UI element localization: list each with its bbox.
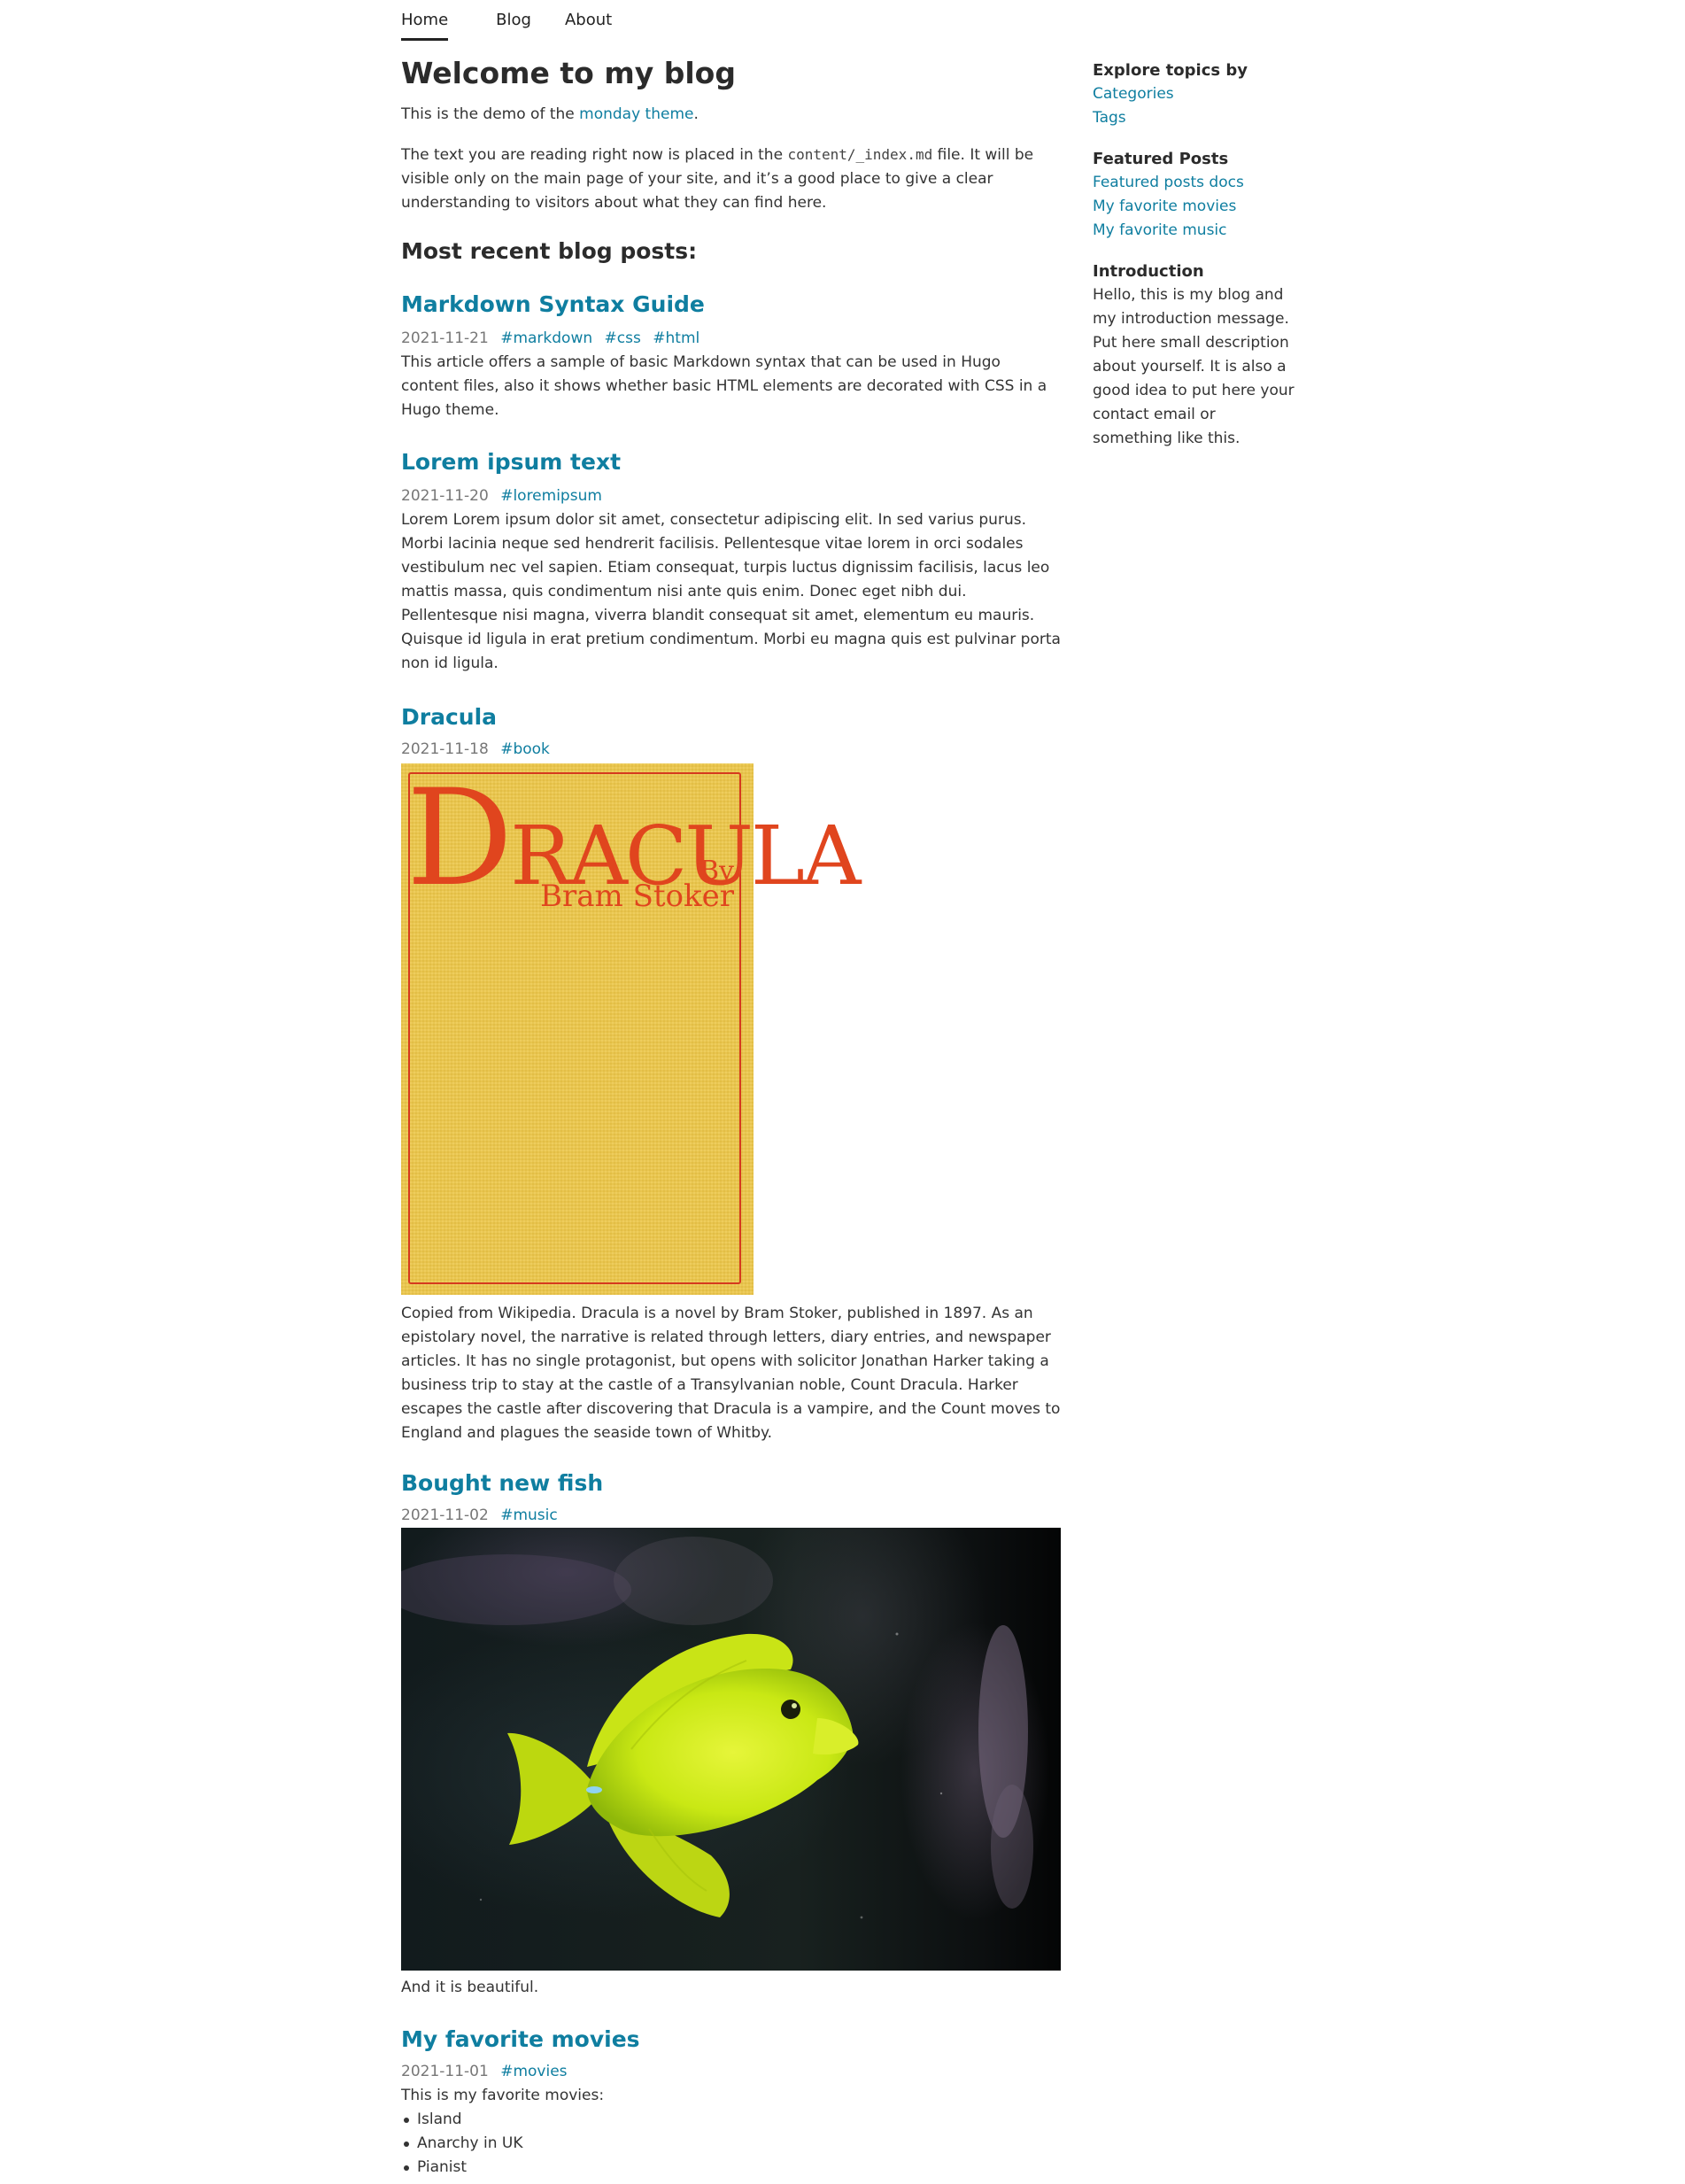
index-file-code: content/_index.md xyxy=(787,146,933,163)
post-title-link[interactable]: Dracula xyxy=(401,701,497,734)
featured-posts-heading: Featured Posts xyxy=(1093,150,1229,168)
favorite-music-link[interactable]: My favorite music xyxy=(1093,219,1296,243)
post-summary: This is my favorite movies: xyxy=(401,2087,605,2104)
list-item: Island xyxy=(401,2108,1061,2132)
tag-link-html[interactable]: #html xyxy=(653,329,700,347)
recent-posts-heading: Most recent blog posts: xyxy=(401,238,698,264)
post-my-favorite-movies: My favorite movies 2021-11-01 #movies Th… xyxy=(401,2023,1061,2180)
post-meta: 2021-11-02 #music xyxy=(401,1504,1061,1528)
post-meta: 2021-11-21 #markdown #css #html xyxy=(401,327,1061,351)
post-title-link[interactable]: My favorite movies xyxy=(401,2023,640,2056)
explore-topics-section: Explore topics by Categories Tags xyxy=(1093,58,1296,130)
tag-link-movies[interactable]: #movies xyxy=(500,2063,567,2080)
dracula-cover-image: DRACULA By Bram Stoker xyxy=(401,762,861,1295)
tags-link[interactable]: Tags xyxy=(1093,106,1296,130)
post-meta: 2021-11-20 #loremipsum xyxy=(401,484,1061,508)
tag-link-loremipsum[interactable]: #loremipsum xyxy=(500,487,602,505)
post-date: 2021-11-02 xyxy=(401,1506,489,1524)
post-meta: 2021-11-01 #movies xyxy=(401,2060,1061,2084)
monday-theme-link[interactable]: monday theme xyxy=(579,105,693,123)
introduction-heading: Introduction xyxy=(1093,262,1204,281)
post-summary: This article offers a sample of basic Ma… xyxy=(401,353,1047,419)
post-title-link[interactable]: Bought new fish xyxy=(401,1467,603,1500)
sidebar: Explore topics by Categories Tags Featur… xyxy=(1093,58,1296,468)
post-bought-new-fish: Bought new fish 2021-11-02 #music And it… xyxy=(401,1467,1061,2000)
page-title: Welcome to my blog xyxy=(401,56,736,90)
cover-author: Bram Stoker xyxy=(540,879,734,914)
tag-link-css[interactable]: #css xyxy=(605,329,641,347)
tag-link-markdown[interactable]: #markdown xyxy=(500,329,592,347)
nav-item-blog[interactable]: Blog xyxy=(496,0,531,41)
post-date: 2021-11-18 xyxy=(401,740,489,758)
post-dracula: Dracula 2021-11-18 #book DRACULA By Bram… xyxy=(401,701,1061,1445)
post-date: 2021-11-01 xyxy=(401,2063,489,2080)
featured-posts-section: Featured Posts Featured posts docs My fa… xyxy=(1093,147,1296,243)
post-title-link[interactable]: Lorem ipsum text xyxy=(401,445,621,479)
list-item: Anarchy in UK xyxy=(401,2132,1061,2156)
featured-posts-docs-link[interactable]: Featured posts docs xyxy=(1093,171,1296,195)
favorite-movies-link[interactable]: My favorite movies xyxy=(1093,195,1296,219)
post-summary: Copied from Wikipedia. Dracula is a nove… xyxy=(401,1305,1061,1442)
introduction-text: Hello, this is my blog and my introducti… xyxy=(1093,286,1295,447)
cover-title-initial: D xyxy=(406,762,513,916)
explore-topics-heading: Explore topics by xyxy=(1093,61,1248,80)
tag-link-book[interactable]: #book xyxy=(500,740,550,758)
intro-paragraph: This is the demo of the monday theme. xyxy=(401,103,1061,127)
nav-item-home[interactable]: Home xyxy=(401,0,449,41)
post-markdown-syntax-guide: Markdown Syntax Guide 2021-11-21 #markdo… xyxy=(401,288,1061,422)
post-summary: And it is beautiful. xyxy=(401,1979,539,1996)
explain-paragraph: The text you are reading right now is pl… xyxy=(401,143,1061,215)
post-date: 2021-11-20 xyxy=(401,487,489,505)
movies-list: Island Anarchy in UK Pianist xyxy=(401,2108,1061,2180)
explain-text: The text you are reading right now is pl… xyxy=(401,146,788,164)
top-navigation: Home Blog About xyxy=(401,0,612,41)
yellow-fish-illustration xyxy=(401,1537,1033,1919)
nav-item-about[interactable]: About xyxy=(565,0,612,41)
tag-link-music[interactable]: #music xyxy=(500,1506,558,1524)
categories-link[interactable]: Categories xyxy=(1093,82,1296,106)
list-item: Pianist xyxy=(401,2156,1061,2180)
intro-text: This is the demo of the xyxy=(401,105,580,123)
fish-photo xyxy=(401,1528,1061,1971)
post-summary: Lorem Lorem ipsum dolor sit amet, consec… xyxy=(401,511,1061,672)
introduction-section: Introduction Hello, this is my blog and … xyxy=(1093,259,1296,451)
post-date: 2021-11-21 xyxy=(401,329,489,347)
main-content: Welcome to my blog This is the demo of t… xyxy=(401,53,1061,2180)
post-lorem-ipsum-text: Lorem ipsum text 2021-11-20 #loremipsum … xyxy=(401,445,1061,676)
post-meta: 2021-11-18 #book xyxy=(401,738,1061,762)
intro-suffix: . xyxy=(693,105,699,123)
post-title-link[interactable]: Markdown Syntax Guide xyxy=(401,288,705,321)
